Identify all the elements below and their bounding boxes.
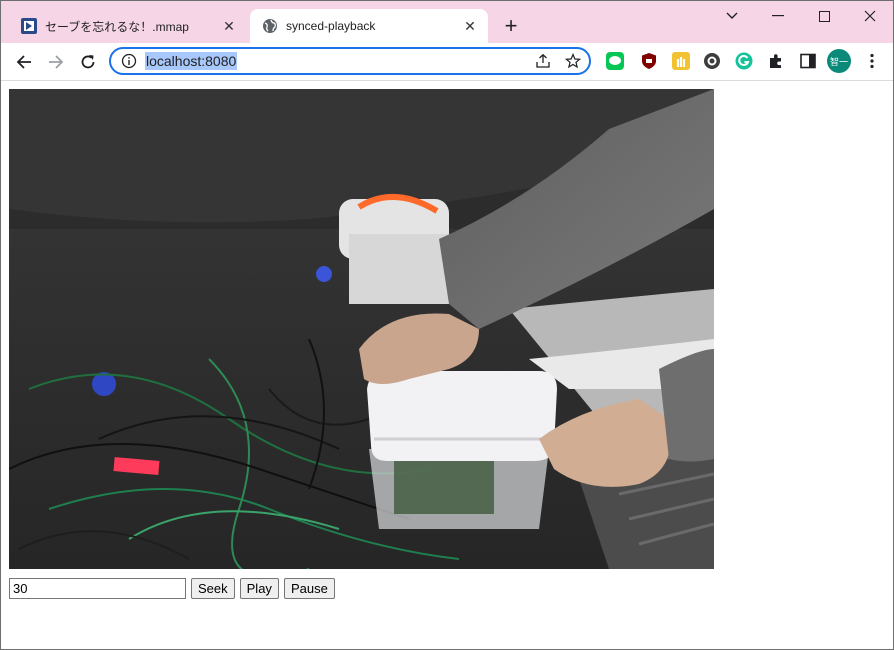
reload-icon <box>81 55 95 69</box>
tab-strip: セーブを忘れるな！.mmap ✕ synced-playback ✕ + <box>1 1 893 43</box>
profile-initial: 智一 <box>829 56 848 67</box>
forward-button[interactable] <box>43 49 69 75</box>
grammarly-extension-icon[interactable] <box>734 51 754 71</box>
minimize-button[interactable] <box>755 1 801 31</box>
close-icon <box>864 10 876 22</box>
page-content: Seek Play Pause <box>1 81 893 649</box>
seek-time-input[interactable] <box>9 578 186 599</box>
reload-button[interactable] <box>75 49 101 75</box>
ublock-extension-icon[interactable] <box>639 51 659 71</box>
maximize-icon <box>818 10 830 22</box>
browser-window: セーブを忘れるな！.mmap ✕ synced-playback ✕ + loc… <box>0 0 894 650</box>
url-text[interactable]: localhost:8080 <box>145 52 238 70</box>
tab-title: synced-playback <box>286 19 376 33</box>
close-window-button[interactable] <box>847 1 893 31</box>
address-bar[interactable]: localhost:8080 <box>109 47 591 75</box>
tab-search-button[interactable] <box>709 1 755 31</box>
new-tab-button[interactable]: + <box>499 15 523 39</box>
menu-button[interactable] <box>862 51 882 71</box>
tab-synced-playback[interactable]: synced-playback ✕ <box>250 9 488 43</box>
hand-extension-icon[interactable] <box>671 51 691 71</box>
profile-avatar[interactable]: 智一 <box>827 49 851 73</box>
seek-button[interactable]: Seek <box>191 578 235 599</box>
line-extension-icon[interactable] <box>605 51 625 71</box>
chevron-down-icon <box>726 12 738 19</box>
tab-mmap[interactable]: セーブを忘れるな！.mmap ✕ <box>9 9 247 43</box>
mindmap-icon <box>21 18 37 34</box>
info-icon[interactable] <box>121 53 137 69</box>
play-button[interactable]: Play <box>239 578 279 599</box>
side-panel-icon[interactable] <box>798 51 818 71</box>
arrow-left-icon <box>16 55 31 69</box>
maximize-button[interactable] <box>801 1 847 31</box>
star-icon[interactable] <box>565 53 581 69</box>
circle-extension-icon[interactable] <box>702 51 722 71</box>
video-frame <box>9 89 714 569</box>
close-tab-icon[interactable]: ✕ <box>219 16 239 36</box>
playback-controls: Seek Play Pause <box>9 578 335 599</box>
globe-icon <box>263 19 277 33</box>
tab-title: セーブを忘れるな！.mmap <box>45 19 189 34</box>
back-button[interactable] <box>11 49 37 75</box>
share-icon[interactable] <box>535 53 551 69</box>
arrow-right-icon <box>49 55 64 69</box>
pause-button[interactable]: Pause <box>283 578 335 599</box>
browser-toolbar: localhost:8080 智一 <box>1 43 893 81</box>
puzzle-icon[interactable] <box>766 51 786 71</box>
more-vert-icon <box>870 53 874 69</box>
video-player[interactable] <box>9 89 714 569</box>
close-tab-icon[interactable]: ✕ <box>460 16 480 36</box>
minimize-icon <box>772 15 784 17</box>
